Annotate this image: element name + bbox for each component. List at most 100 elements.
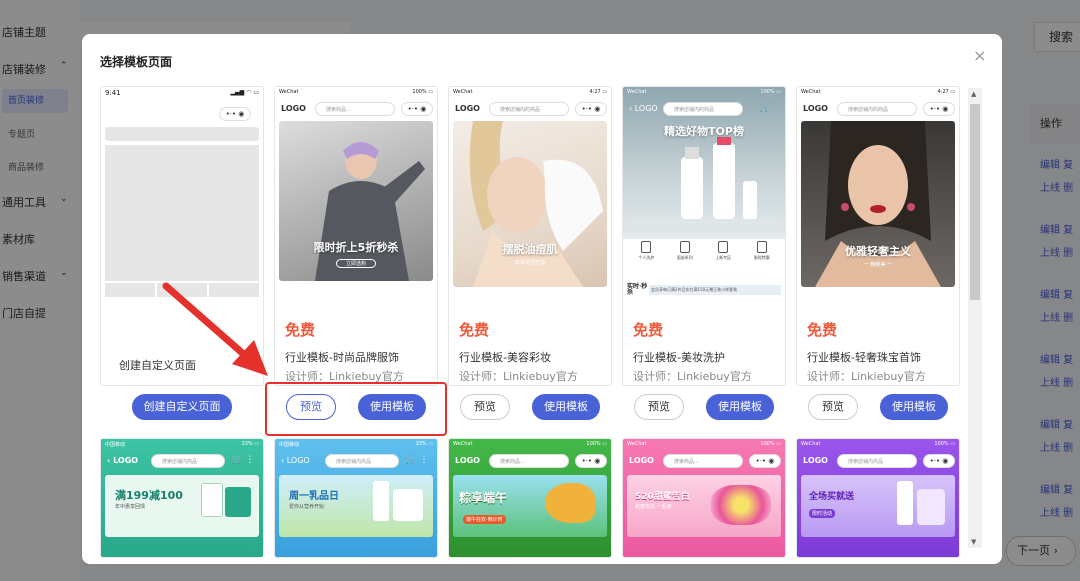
logo: ‹ LOGO xyxy=(281,456,310,465)
logo: LOGO xyxy=(281,104,306,113)
template-card[interactable]: WeChat100% ▭ ‹ LOGO 搜索店铺内的商品 🛒 精选好物TOP榜 xyxy=(622,86,786,386)
template-card-custom[interactable]: 9:41 ▂▄▆ ◠ ▭ •·• ◉ 创建自定义页面 xyxy=(100,86,264,386)
logo: ‹ LOGO xyxy=(107,456,139,465)
phone-preview: WeChat100% ▭ ‹ LOGO 搜索店铺内的商品 🛒 精选好物TOP榜 xyxy=(623,87,785,297)
category-row: 个人洗护 面部系列 上新专区 限时特惠 xyxy=(627,241,781,271)
hero-title: 优雅轻奢主义 xyxy=(845,245,911,258)
category-item: 上新专区 xyxy=(708,241,738,271)
capsule-icon: •·• ◉ xyxy=(923,102,955,116)
status-bar: 9:41 ▂▄▆ ◠ ▭ xyxy=(105,89,259,97)
cart-icon: 🛒 ⋮ xyxy=(231,455,255,465)
preview-button[interactable]: 预览 xyxy=(634,394,684,420)
template-name: 行业模板-美妆洗护 xyxy=(633,351,725,364)
capsule-icon: •·• ◉ xyxy=(575,102,607,116)
template-card[interactable]: WeChat 100% ▭ LOGO 搜索商品... •·• ◉ 粽享端午 端午狂… xyxy=(448,438,612,558)
template-price: 免费 xyxy=(459,321,490,339)
use-template-button[interactable]: 使用模板 xyxy=(532,394,600,420)
search-input: 搜索店铺内商品 xyxy=(837,454,917,468)
search-input: 搜索店铺内的商品 xyxy=(837,102,917,116)
search-input: 搜索商品... xyxy=(315,102,395,116)
hero-banner: 摆脱油痘肌 高效清洁控油 xyxy=(453,121,607,287)
hero-banner: 粽享端午 端午狂欢·倒计时 xyxy=(453,475,607,537)
card-actions: 预览 使用模板 xyxy=(796,394,960,420)
use-template-button[interactable]: 使用模板 xyxy=(706,394,774,420)
scroll-down-icon[interactable]: ▼ xyxy=(971,538,976,546)
logo: LOGO xyxy=(803,104,828,113)
custom-page-label: 创建自定义页面 xyxy=(119,359,196,372)
create-custom-page-button[interactable]: 创建自定义页面 xyxy=(132,394,232,420)
status-bar: 中国移动 33% ▭ xyxy=(105,441,259,448)
hero-title: 限时折上5折秒杀 xyxy=(313,241,399,254)
template-card[interactable]: WeChat 100% ▭ LOGO 搜索商品... •·• ◉ 限时折上5折秒杀… xyxy=(274,86,438,386)
phone-preview: 9:41 ▂▄▆ ◠ ▭ •·• ◉ xyxy=(101,87,263,297)
template-designer: 设计师：Linkiebuy官方 xyxy=(807,370,926,383)
card-actions: 预览 使用模板 xyxy=(622,394,786,420)
logo: LOGO xyxy=(629,456,654,465)
search-input: 搜索店铺内商品 xyxy=(325,454,399,468)
search-input: 搜索商品... xyxy=(489,454,569,468)
status-bar: WeChat 100% ▭ xyxy=(627,89,781,95)
modal-title: 选择模板页面 xyxy=(100,55,173,69)
capsule-icon: •·• ◉ xyxy=(219,107,251,121)
template-card[interactable]: 中国移动 33% ▭ ‹ LOGO 搜索店铺内商品 🛒 ⋮ 满199减100 年中… xyxy=(100,438,264,558)
template-card[interactable]: WeChat 100% ▭ LOGO 搜索店铺内商品 •·• ◉ 全场买就送 限时… xyxy=(796,438,960,558)
status-bar: WeChat 100% ▭ xyxy=(801,441,955,447)
scrollbar[interactable]: ▲ ▼ xyxy=(968,88,982,548)
highlight-box xyxy=(265,382,447,436)
capsule-icon: •·• ◉ xyxy=(749,454,781,468)
template-card[interactable]: 中国移动 33% ▭ ‹ LOGO 搜索店铺内商品 🛒 ⋮ 周一乳品日 爱你从营养… xyxy=(274,438,438,558)
close-icon[interactable]: × xyxy=(973,46,986,65)
template-price: 免费 xyxy=(633,321,664,339)
hero-subtitle: 一 精致美 一 xyxy=(863,262,893,268)
template-grid: 9:41 ▂▄▆ ◠ ▭ •·• ◉ 创建自定义页面 WeChat 100% ▭ L… xyxy=(100,86,966,564)
template-designer: 设计师：Linkiebuy官方 xyxy=(459,370,578,383)
scroll-up-icon[interactable]: ▲ xyxy=(971,90,976,98)
promo-strip: 实时·秒杀 会员享每日满2件且实付满150元赠正装小样套装 xyxy=(627,283,781,297)
template-price: 免费 xyxy=(807,321,838,339)
preview-button[interactable]: 预览 xyxy=(460,394,510,420)
hero-banner: 520甜蜜告白 甜蜜告白 一起来 xyxy=(627,475,781,537)
template-card[interactable]: WeChat 4:27 ▭ LOGO 搜索店铺内的商品 •·• ◉ 摆脱油痘肌 高… xyxy=(448,86,612,386)
hero-banner: 优雅轻奢主义 一 精致美 一 xyxy=(801,121,955,287)
model-image xyxy=(315,142,425,281)
template-name: 行业模板-美容彩妆 xyxy=(459,351,551,364)
status-bar: WeChat 4:27 ▭ xyxy=(453,89,607,95)
search-input: 搜索商品... xyxy=(663,454,743,468)
category-item: 限时特惠 xyxy=(747,241,777,271)
template-name: 行业模板-轻奢珠宝首饰 xyxy=(807,351,921,364)
search-input: 搜索店铺内的商品 xyxy=(663,102,743,116)
capsule-icon: •·• ◉ xyxy=(923,454,955,468)
template-card[interactable]: WeChat 4:27 ▭ LOGO 搜索店铺内的商品 •·• ◉ 优雅轻奢主义… xyxy=(796,86,960,386)
status-bar: WeChat 4:27 ▭ xyxy=(801,89,955,95)
template-price: 免费 xyxy=(285,321,316,339)
status-bar: 中国移动 33% ▭ xyxy=(279,441,433,448)
logo: LOGO xyxy=(803,456,828,465)
capsule-icon: •·• ◉ xyxy=(401,102,433,116)
capsule-icon: •·• ◉ xyxy=(575,454,607,468)
cart-icon: 🛒 ⋮ xyxy=(405,455,429,465)
product-image xyxy=(627,137,781,233)
hero-subtitle: 高效清洁控油 xyxy=(514,260,545,266)
hero-banner: 全场买就送 限时活动 xyxy=(801,475,955,537)
logo: LOGO xyxy=(455,104,480,113)
template-picker-modal: 选择模板页面 × 9:41 ▂▄▆ ◠ ▭ •·• ◉ 创建自定义页面 WeCha… xyxy=(82,34,1002,564)
scroll-thumb[interactable] xyxy=(970,104,980,300)
category-item: 面部系列 xyxy=(670,241,700,271)
template-card[interactable]: WeChat 100% ▭ LOGO 搜索商品... •·• ◉ 520甜蜜告白 … xyxy=(622,438,786,558)
category-item: 个人洗护 xyxy=(631,241,661,271)
status-bar: WeChat 100% ▭ xyxy=(453,441,607,447)
logo: LOGO xyxy=(455,456,480,465)
hero-banner: 限时折上5折秒杀 立即选购 xyxy=(279,121,433,281)
search-input: 搜索店铺内商品 xyxy=(151,454,225,468)
search-input: 搜索店铺内的商品 xyxy=(489,102,569,116)
status-bar: WeChat 100% ▭ xyxy=(627,441,781,447)
phone-preview: WeChat 4:27 ▭ LOGO 搜索店铺内的商品 •·• ◉ 优雅轻奢主义… xyxy=(797,87,959,297)
template-designer: 设计师：Linkiebuy官方 xyxy=(633,370,752,383)
phone-preview: WeChat 100% ▭ LOGO 搜索商品... •·• ◉ 限时折上5折秒杀… xyxy=(275,87,437,297)
hero-banner: 周一乳品日 爱你从营养开始 xyxy=(279,475,433,537)
use-template-button[interactable]: 使用模板 xyxy=(880,394,948,420)
template-name: 行业模板-时尚品牌服饰 xyxy=(285,351,399,364)
logo: ‹ LOGO xyxy=(629,104,658,113)
preview-button[interactable]: 预览 xyxy=(808,394,858,420)
card-actions: 创建自定义页面 xyxy=(100,394,264,420)
